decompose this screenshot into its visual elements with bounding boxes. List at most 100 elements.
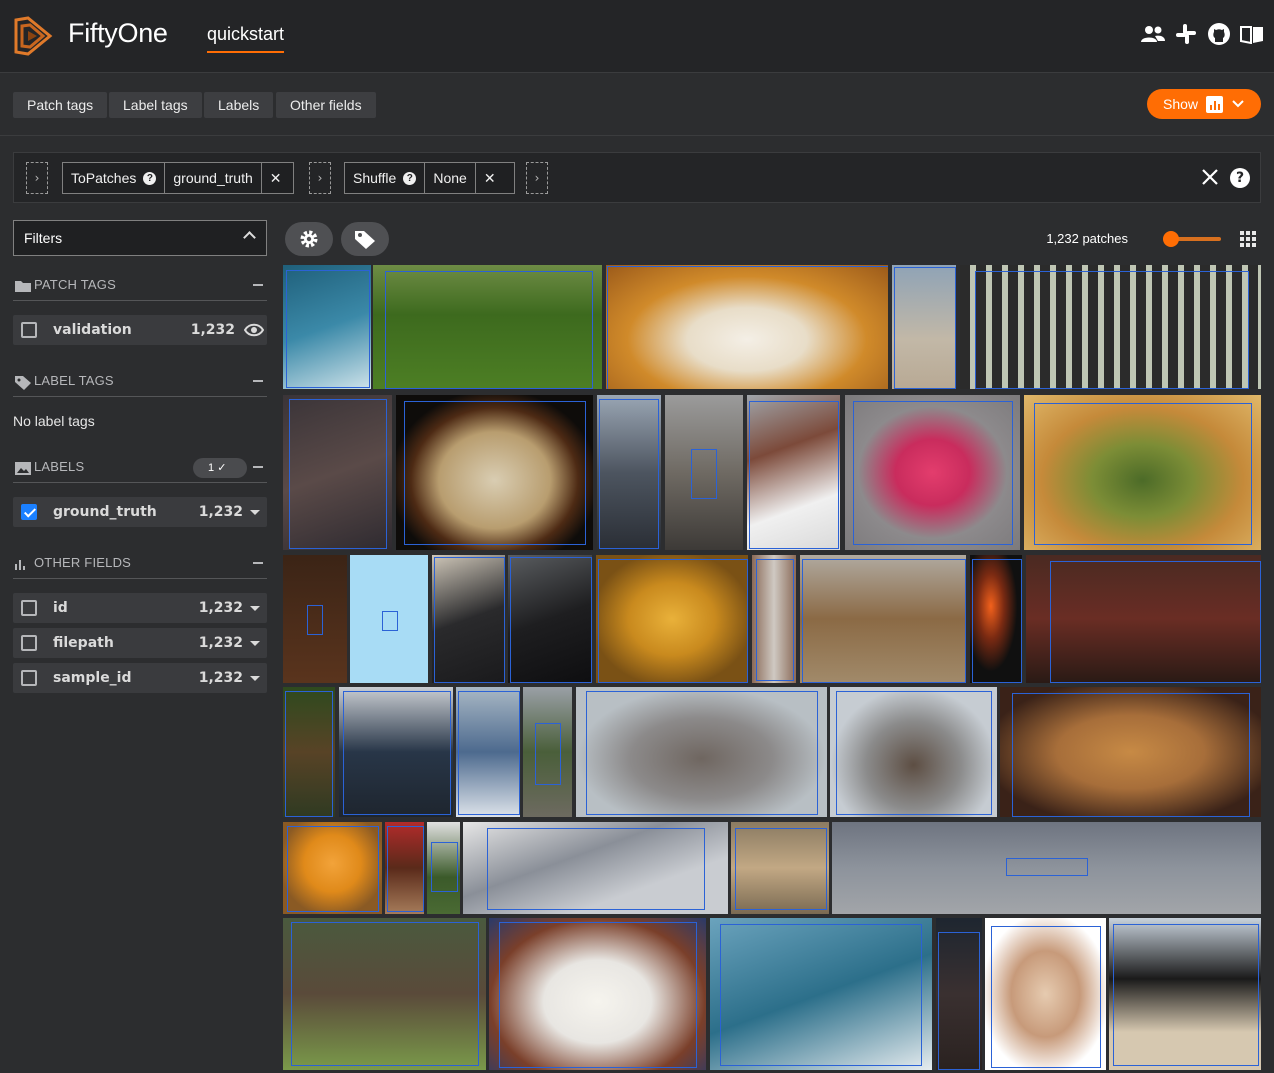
stage-param[interactable]: None bbox=[425, 163, 476, 193]
checkbox[interactable] bbox=[21, 635, 37, 651]
slack-icon[interactable] bbox=[1174, 22, 1198, 46]
street-patch[interactable] bbox=[665, 395, 743, 550]
pink-phone-patch[interactable] bbox=[845, 395, 1020, 550]
docs-icon[interactable] bbox=[1240, 22, 1264, 46]
giraffe-patch[interactable] bbox=[800, 555, 966, 683]
section-other-fields[interactable]: OTHER FIELDS bbox=[13, 548, 267, 579]
walrus-patch[interactable] bbox=[731, 822, 829, 914]
couch-room-patch[interactable] bbox=[1026, 555, 1261, 683]
tv-screen-patch[interactable] bbox=[456, 687, 520, 817]
orange-fruit-patch[interactable] bbox=[596, 555, 748, 683]
help-icon[interactable]: ? bbox=[403, 171, 417, 185]
add-stage-button[interactable]: › bbox=[26, 162, 48, 194]
field-row-id[interactable]: id 1,232 bbox=[13, 593, 267, 623]
girl-beach-patch[interactable] bbox=[892, 265, 956, 389]
pelican-patch[interactable] bbox=[830, 687, 997, 817]
collapse-icon[interactable] bbox=[253, 466, 263, 468]
label-row[interactable]: ground_truth 1,232 bbox=[13, 497, 267, 527]
dark-scene-patch[interactable] bbox=[508, 555, 592, 683]
person-small-patch[interactable] bbox=[427, 822, 460, 914]
section-label-tags[interactable]: LABEL TAGS bbox=[13, 366, 267, 397]
expand-arrow-icon[interactable] bbox=[250, 510, 260, 515]
scooters-patch[interactable] bbox=[339, 687, 453, 817]
bench-patch[interactable] bbox=[960, 265, 1261, 389]
dark-person-patch[interactable] bbox=[936, 918, 982, 1070]
checkbox[interactable] bbox=[21, 670, 37, 686]
row-label: sample_id bbox=[53, 670, 132, 686]
steak-plate-patch[interactable] bbox=[489, 918, 706, 1070]
show-button[interactable]: Show bbox=[1147, 89, 1261, 119]
pelican-flying-patch[interactable] bbox=[576, 687, 827, 817]
bird-wing-patch[interactable] bbox=[463, 822, 728, 914]
bounding-box bbox=[991, 926, 1101, 1068]
woman-redhair-patch[interactable] bbox=[747, 395, 840, 550]
water-patch[interactable] bbox=[832, 822, 1261, 914]
surfer-man-patch[interactable] bbox=[710, 918, 932, 1070]
tab-label-tags[interactable]: Label tags bbox=[109, 92, 202, 118]
dataset-selector[interactable]: quickstart bbox=[207, 24, 285, 53]
man-phone-patch[interactable] bbox=[432, 555, 505, 683]
tab-labels[interactable]: Labels bbox=[204, 92, 274, 118]
food-bowl-patch[interactable] bbox=[1024, 395, 1261, 550]
animal-closeup-patch[interactable] bbox=[283, 395, 392, 550]
bounding-box bbox=[599, 399, 659, 549]
slider-knob[interactable] bbox=[1163, 231, 1179, 247]
section-labels[interactable]: LABELS 1 ✓ bbox=[13, 452, 267, 483]
tab-patch-tags[interactable]: Patch tags bbox=[13, 92, 108, 118]
bottle-patch[interactable] bbox=[385, 822, 424, 914]
settings-button[interactable] bbox=[285, 222, 333, 256]
grid-icon[interactable] bbox=[1240, 231, 1256, 247]
expand-arrow-icon[interactable] bbox=[250, 641, 260, 646]
checkbox[interactable] bbox=[21, 504, 37, 520]
bread-patch[interactable] bbox=[396, 395, 593, 550]
patch-tag-row[interactable]: validation 1,232 bbox=[13, 315, 267, 345]
dark-figure-patch[interactable] bbox=[283, 687, 335, 817]
add-stage-button[interactable]: › bbox=[309, 162, 331, 194]
remove-stage-icon[interactable]: ✕ bbox=[476, 163, 504, 193]
field-row-filepath[interactable]: filepath 1,232 bbox=[13, 628, 267, 658]
motorcycle-patch[interactable] bbox=[597, 395, 661, 550]
expand-arrow-icon[interactable] bbox=[250, 676, 260, 681]
stage-name-label: Shuffle bbox=[353, 170, 397, 186]
clear-view-icon[interactable] bbox=[1200, 167, 1220, 187]
stage-name: Shuffle? bbox=[345, 163, 426, 193]
section-patch-tags[interactable]: PATCH TAGS bbox=[13, 270, 267, 301]
stage-param[interactable]: ground_truth bbox=[165, 163, 262, 193]
black-dog-patch[interactable] bbox=[373, 265, 602, 389]
remove-stage-icon[interactable]: ✕ bbox=[262, 163, 290, 193]
surfer-boy-patch[interactable] bbox=[283, 265, 371, 389]
pole-patch[interactable] bbox=[752, 555, 796, 683]
checkbox[interactable] bbox=[21, 600, 37, 616]
github-icon[interactable] bbox=[1207, 22, 1231, 46]
fiftyone-logo[interactable] bbox=[12, 14, 54, 56]
view-help-icon[interactable]: ? bbox=[1230, 168, 1250, 188]
dark-patch[interactable] bbox=[283, 555, 347, 683]
stage-topatches[interactable]: ToPatches? ground_truth ✕ bbox=[62, 162, 294, 194]
folder-tag-icon bbox=[15, 281, 31, 292]
team-icon[interactable] bbox=[1141, 22, 1165, 46]
collapse-icon[interactable] bbox=[253, 380, 263, 382]
field-row-sample-id[interactable]: sample_id 1,232 bbox=[13, 663, 267, 693]
collapse-icon[interactable] bbox=[253, 562, 263, 564]
selected-count-badge[interactable]: 1 ✓ bbox=[193, 458, 247, 478]
woman-umbrella-patch[interactable] bbox=[1109, 918, 1261, 1070]
light-blue-patch[interactable] bbox=[350, 555, 428, 683]
orange-patch[interactable] bbox=[283, 822, 382, 914]
expand-arrow-icon[interactable] bbox=[250, 606, 260, 611]
tag-button[interactable] bbox=[341, 222, 389, 256]
checkbox[interactable] bbox=[21, 322, 37, 338]
sandwich-plate-patch[interactable] bbox=[606, 265, 888, 389]
filters-dropdown[interactable]: Filters bbox=[13, 220, 267, 256]
pastry-patch[interactable] bbox=[1000, 687, 1261, 817]
zoom-slider[interactable] bbox=[1163, 231, 1221, 247]
add-stage-button[interactable]: › bbox=[526, 162, 548, 194]
tab-other-fields[interactable]: Other fields bbox=[276, 92, 376, 118]
cat-patch[interactable] bbox=[985, 918, 1106, 1070]
collapse-icon[interactable] bbox=[253, 284, 263, 286]
eye-icon[interactable] bbox=[244, 323, 264, 337]
stage-shuffle[interactable]: Shuffle? None ✕ bbox=[344, 162, 515, 194]
help-icon[interactable]: ? bbox=[143, 171, 157, 185]
street-person-patch[interactable] bbox=[523, 687, 572, 817]
donkey-patch[interactable] bbox=[283, 918, 486, 1070]
fireplace-patch[interactable] bbox=[970, 555, 1022, 683]
